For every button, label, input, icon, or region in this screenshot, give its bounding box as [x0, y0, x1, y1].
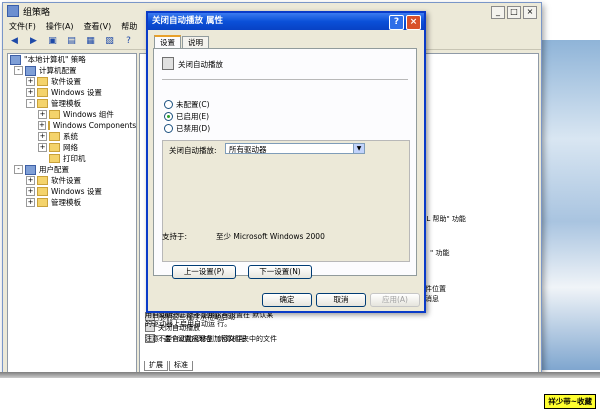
properties-icon[interactable]: ▦: [83, 34, 98, 48]
minimize-button[interactable]: _: [491, 6, 505, 19]
collapse-icon[interactable]: -: [14, 66, 23, 75]
expand-icon[interactable]: +: [26, 176, 35, 185]
policy-fragment: 件位置: [425, 285, 446, 293]
expand-icon[interactable]: +: [38, 121, 46, 130]
expand-icon[interactable]: +: [38, 110, 47, 119]
folder-icon: [47, 121, 50, 130]
policy-fragment: 消息: [425, 295, 439, 303]
previous-setting-button[interactable]: 上一设置(P): [172, 265, 236, 279]
setting-icon: [162, 57, 174, 70]
tree-node[interactable]: 打印机: [8, 153, 136, 164]
apply-button[interactable]: 应用(A): [370, 293, 420, 307]
export-icon[interactable]: ▧: [102, 34, 117, 48]
policy-fragment: " 功能: [430, 249, 450, 257]
radio-enabled[interactable]: 已启用(E): [164, 111, 209, 122]
support-label: 支持于:: [162, 232, 188, 241]
radio-icon[interactable]: [164, 100, 173, 109]
computer-icon: [25, 65, 36, 76]
tree-node[interactable]: + Windows 组件: [8, 109, 136, 120]
folder-icon: [37, 187, 48, 196]
expand-icon[interactable]: +: [26, 187, 35, 196]
tree-node[interactable]: + 网络: [8, 142, 136, 153]
tab-explain[interactable]: 说明: [182, 36, 209, 48]
window-title: 组策略: [23, 7, 51, 18]
folder-icon: [37, 176, 48, 185]
tree-node[interactable]: + Windows 设置: [8, 87, 136, 98]
menu-action[interactable]: 操作(A): [46, 21, 74, 32]
tab-settings[interactable]: 设置: [154, 35, 181, 49]
folder-icon: [37, 88, 48, 97]
chevron-down-icon[interactable]: ▼: [353, 144, 364, 153]
collapse-icon[interactable]: -: [26, 99, 35, 108]
radio-not-configured[interactable]: 未配置(C): [164, 99, 210, 110]
dialog-controls: ? ×: [389, 15, 421, 30]
cancel-button[interactable]: 取消: [316, 293, 366, 307]
folder-icon: [49, 143, 60, 152]
option-label: 关闭自动播放:: [169, 146, 217, 155]
tree-node[interactable]: + Windows 设置: [8, 186, 136, 197]
folder-icon: [37, 77, 48, 86]
policy-description: 用自动运行。您不能用这项设置在 默认某的驱动器上启用自动运 行。 注意: 这个设…: [145, 311, 274, 343]
dialog-title[interactable]: 关闭自动播放 属性: [148, 13, 424, 30]
folder-icon: [49, 154, 60, 163]
radio-icon[interactable]: [164, 124, 173, 133]
menu-help[interactable]: 帮助: [121, 21, 137, 32]
tree-node[interactable]: + Windows Components: [8, 120, 136, 131]
window-controls: _ □ ×: [491, 6, 537, 19]
tree-node[interactable]: - 管理模板: [8, 98, 136, 109]
folder-icon: [37, 99, 48, 108]
tree-node[interactable]: + 软件设置: [8, 76, 136, 87]
drive-select[interactable]: 所有驱动器 ▼: [225, 143, 365, 154]
collapse-icon[interactable]: -: [14, 165, 23, 174]
policy-icon: [10, 54, 21, 65]
maximize-button[interactable]: □: [507, 6, 521, 19]
folder-icon: [49, 110, 60, 119]
back-icon[interactable]: ◀: [7, 34, 22, 48]
folder-icon: [37, 198, 48, 207]
torn-paper-edge: [0, 378, 600, 413]
tree-node[interactable]: + 管理模板: [8, 197, 136, 208]
radio-selected-icon[interactable]: [164, 112, 173, 121]
policy-tree[interactable]: "本地计算机" 策略 - 计算机配置 + 软件设置 + Windows 设置 - 管理模…: [7, 53, 137, 373]
support-value: 至少 Microsoft Windows 2000: [216, 232, 325, 241]
ok-button[interactable]: 确定: [262, 293, 312, 307]
expand-icon[interactable]: +: [38, 132, 47, 141]
setting-name: 关闭自动播放: [178, 60, 223, 69]
help-button[interactable]: ?: [389, 15, 404, 30]
tree-node[interactable]: + 软件设置: [8, 175, 136, 186]
up-folder-icon[interactable]: ▣: [45, 34, 60, 48]
next-setting-button[interactable]: 下一设置(N): [248, 265, 312, 279]
expand-icon[interactable]: +: [26, 88, 35, 97]
forward-icon[interactable]: ▶: [26, 34, 41, 48]
expand-icon[interactable]: +: [38, 143, 47, 152]
expand-icon[interactable]: +: [26, 77, 35, 86]
options-box: 关闭自动播放: 所有驱动器 ▼: [162, 140, 410, 262]
help-icon[interactable]: ?: [121, 34, 136, 48]
radio-disabled[interactable]: 已禁用(D): [164, 123, 210, 134]
divider: [162, 79, 408, 80]
show-hide-tree-icon[interactable]: ▤: [64, 34, 79, 48]
dialog-close-button[interactable]: ×: [406, 15, 421, 30]
folder-icon: [49, 132, 60, 141]
menu-view[interactable]: 查看(V): [84, 21, 112, 32]
tree-node[interactable]: - 用户配置: [8, 164, 136, 175]
view-tabs: 扩展 标准: [144, 361, 193, 371]
app-icon: [7, 5, 19, 17]
expand-icon[interactable]: +: [26, 198, 35, 207]
user-icon: [25, 164, 36, 175]
tree-node[interactable]: + 系统: [8, 131, 136, 142]
tree-node[interactable]: - 计算机配置: [8, 65, 136, 76]
menu-file[interactable]: 文件(F): [9, 21, 36, 32]
tab-extended[interactable]: 扩展: [144, 361, 168, 371]
properties-dialog: 关闭自动播放 属性 ? × 设置 说明 关闭自动播放 未配置(C) 已启用(E)…: [146, 11, 426, 313]
signature-badge: 祥少带~收藏: [544, 394, 596, 409]
tab-standard[interactable]: 标准: [169, 361, 193, 371]
close-button[interactable]: ×: [523, 6, 537, 19]
tree-root[interactable]: "本地计算机" 策略: [8, 54, 136, 65]
